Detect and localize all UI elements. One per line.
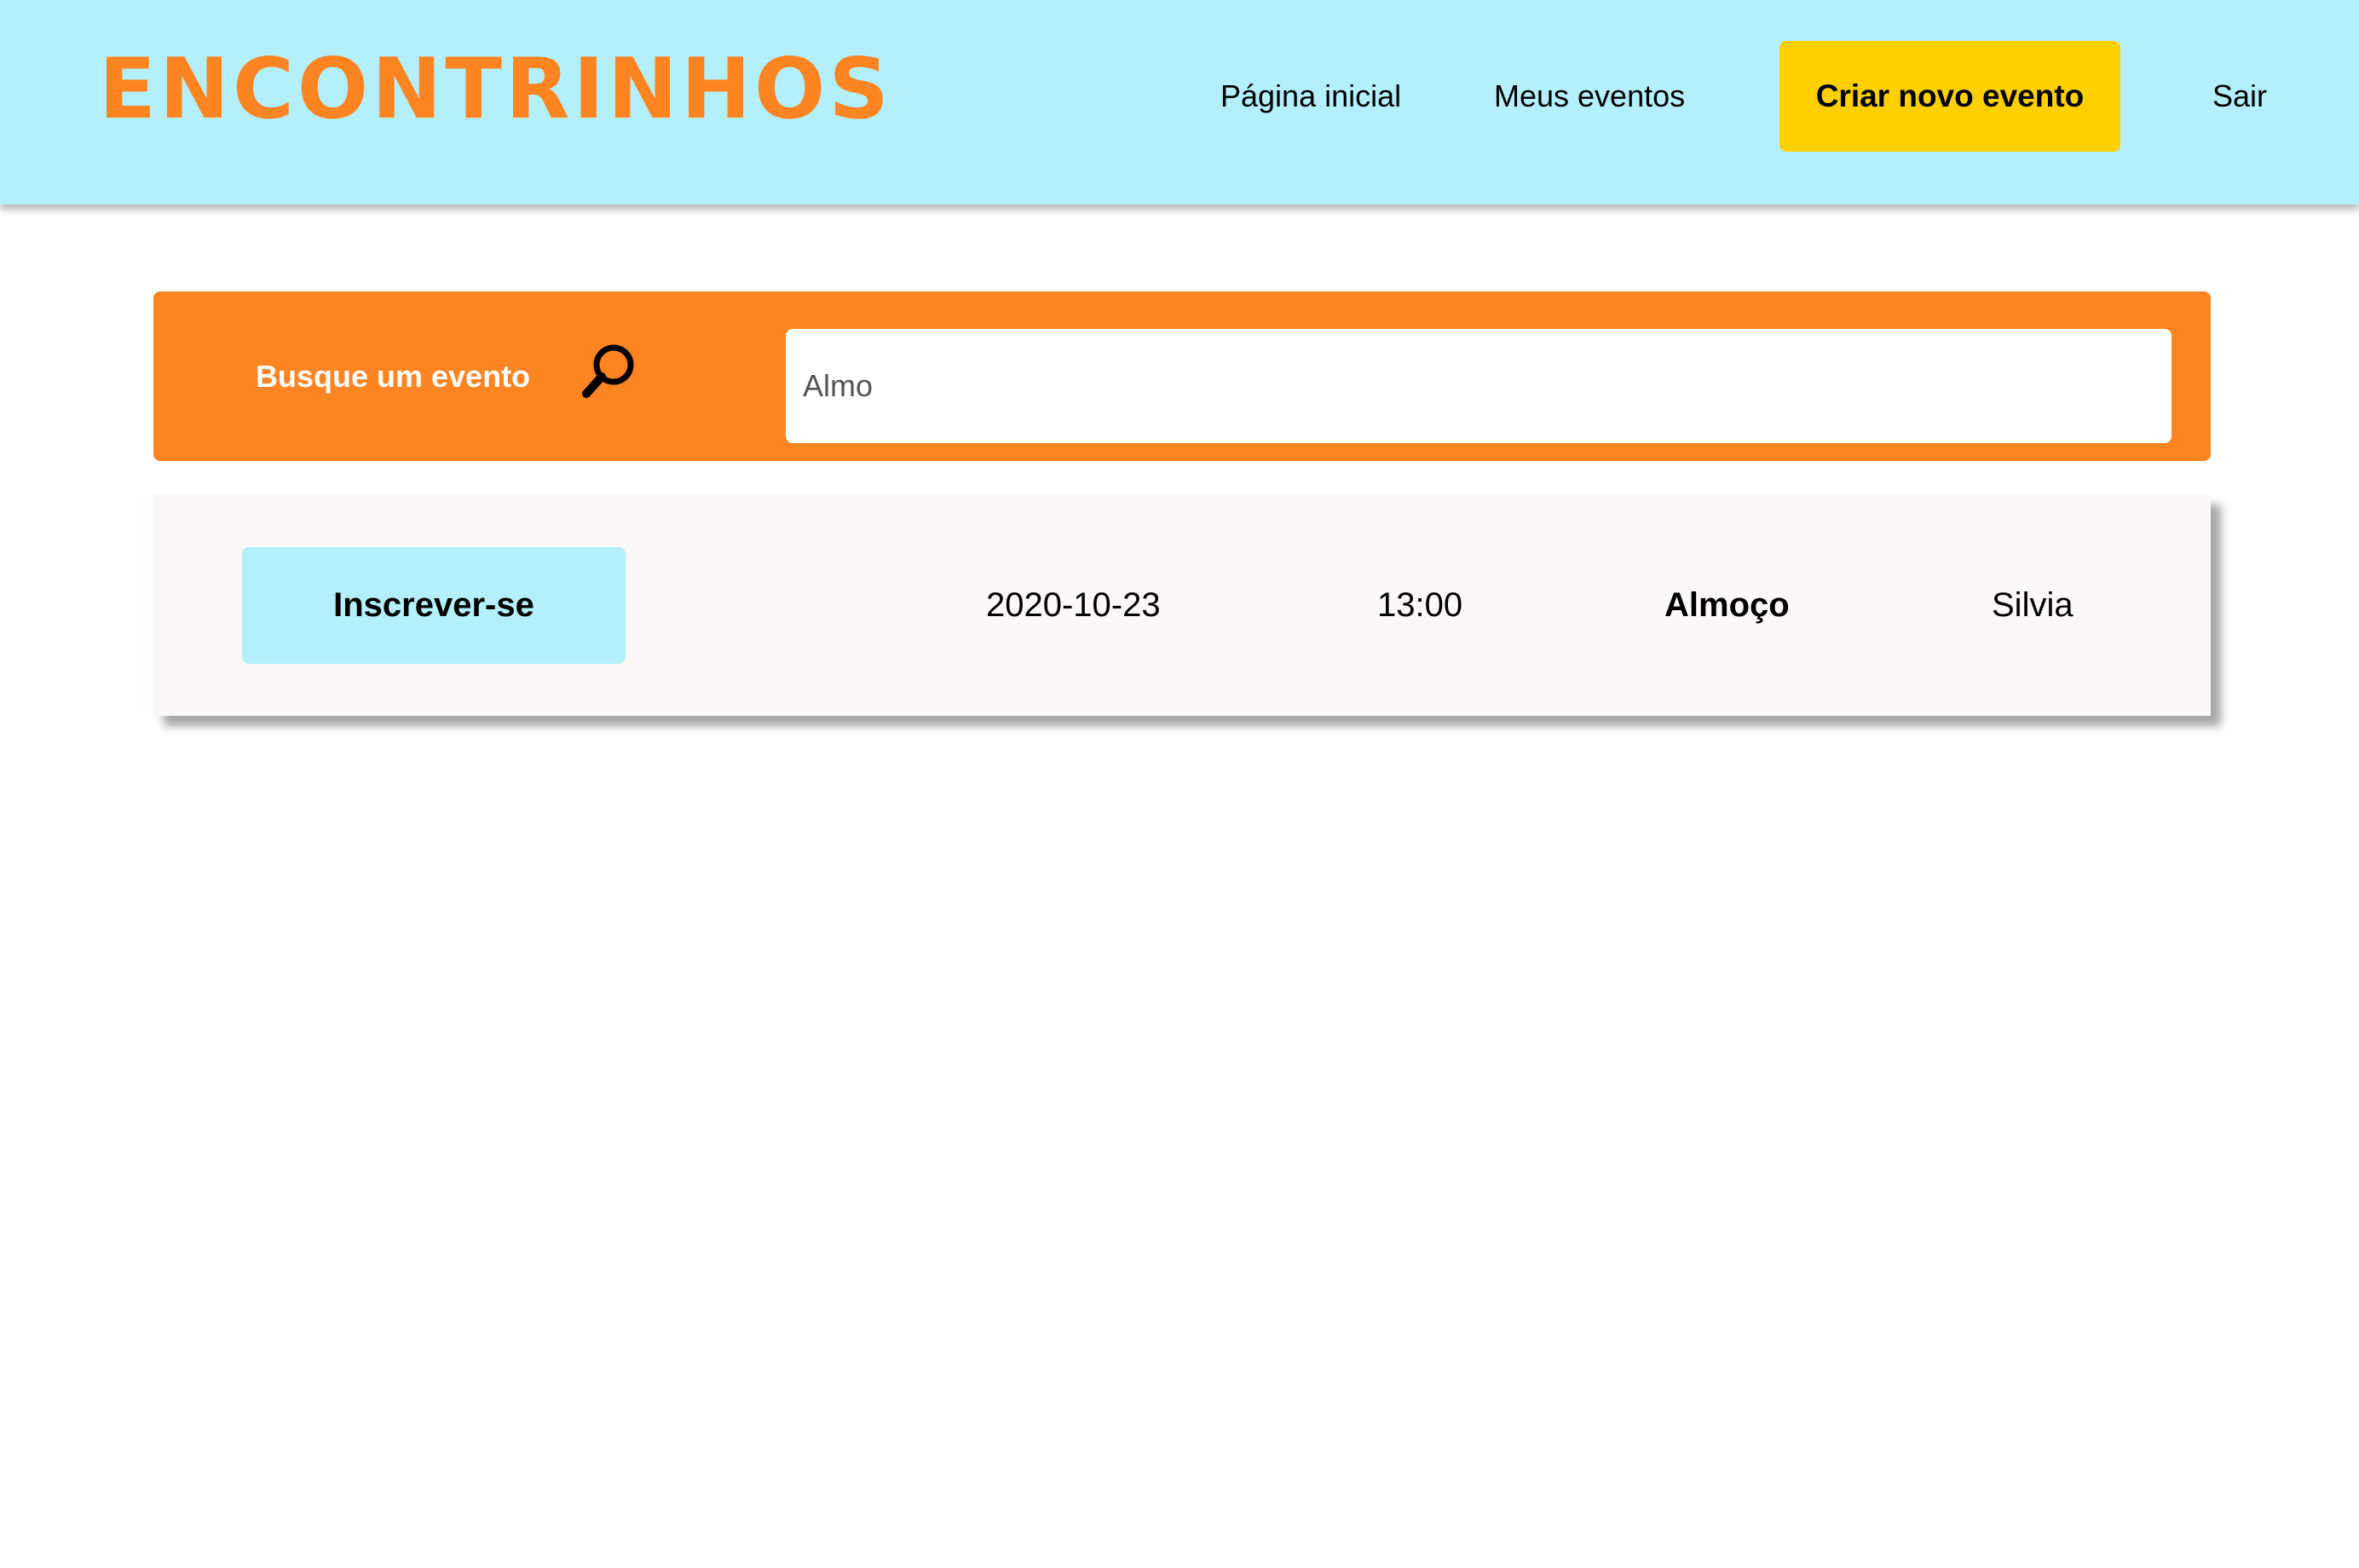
search-icon[interactable] xyxy=(580,341,639,401)
event-row: Inscrever-se 2020-10-23 13:00 Almoço Sil… xyxy=(153,494,2211,716)
event-date: 2020-10-23 xyxy=(986,586,1161,624)
search-bar: Busque um evento xyxy=(153,291,2211,461)
top-header: ENCONTRINHOS Página inicial Meus eventos… xyxy=(0,0,2359,205)
nav-link-home[interactable]: Página inicial xyxy=(1220,73,1401,119)
search-input[interactable] xyxy=(786,329,2172,443)
event-name: Almoço xyxy=(1664,586,1790,624)
subscribe-button[interactable]: Inscrever-se xyxy=(242,547,626,664)
event-time: 13:00 xyxy=(1377,586,1463,624)
event-owner: Silvia xyxy=(1992,586,2073,624)
logout-link[interactable]: Sair xyxy=(2212,73,2267,119)
create-event-button[interactable]: Criar novo evento xyxy=(1779,41,2120,152)
search-label: Busque um evento xyxy=(256,359,531,394)
app-logo[interactable]: ENCONTRINHOS xyxy=(99,44,892,135)
nav-link-my-events[interactable]: Meus eventos xyxy=(1494,73,1685,119)
